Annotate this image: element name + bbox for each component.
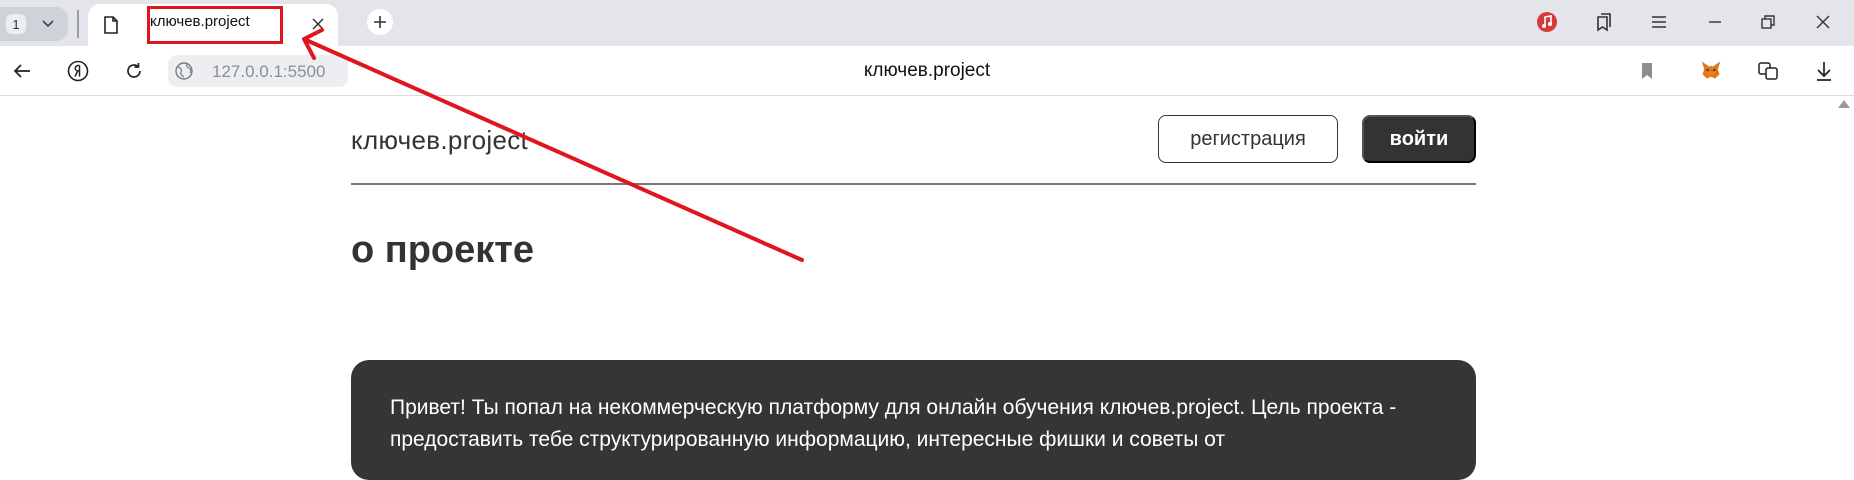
annotation-arrow [302, 28, 804, 262]
